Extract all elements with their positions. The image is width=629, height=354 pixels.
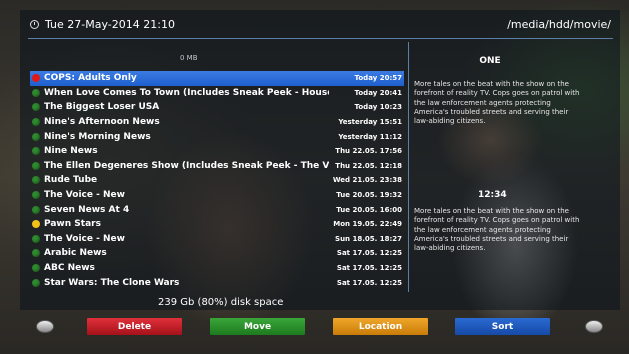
recording-date: Sat 17.05. 12:25 bbox=[336, 264, 402, 273]
move-button[interactable]: Move bbox=[210, 318, 305, 335]
delete-button[interactable]: Delete bbox=[87, 318, 182, 335]
recording-title: The Voice - New bbox=[44, 190, 125, 201]
info-icon[interactable] bbox=[585, 320, 603, 333]
list-item[interactable]: The Biggest Loser USA Today 10:23 bbox=[30, 100, 404, 115]
button-bar: Delete Move Location Sort bbox=[0, 316, 629, 340]
event-description: More tales on the beat with the show on … bbox=[414, 80, 580, 126]
green-status-dot-icon bbox=[32, 191, 40, 200]
green-status-dot-icon bbox=[32, 118, 40, 127]
recording-date: Today 10:23 bbox=[354, 103, 402, 112]
green-status-dot-icon bbox=[32, 147, 40, 156]
list-item[interactable]: COPS: Adults Only Today 20:57 bbox=[30, 71, 404, 86]
recording-date: Sat 17.05. 12:25 bbox=[336, 278, 402, 287]
recording-title: Nine News bbox=[44, 146, 98, 157]
list-item[interactable]: Seven News At 4 Tue 20.05. 16:00 bbox=[30, 202, 404, 217]
header-divider bbox=[28, 38, 613, 39]
recording-title: Seven News At 4 bbox=[44, 204, 130, 215]
green-status-dot-icon bbox=[32, 161, 40, 170]
list-item[interactable]: The Voice - New Sun 18.05. 18:27 bbox=[30, 232, 404, 247]
list-item[interactable]: Nine News Thu 22.05. 17:56 bbox=[30, 144, 404, 159]
list-item[interactable]: The Ellen Degeneres Show (Includes Sneak… bbox=[30, 159, 404, 174]
recording-title: Pawn Stars bbox=[44, 219, 101, 230]
yellow-status-dot-icon bbox=[32, 220, 40, 229]
current-path: /media/hdd/movie/ bbox=[507, 18, 611, 31]
list-item[interactable]: The Voice - New Tue 20.05. 19:32 bbox=[30, 188, 404, 203]
datetime-text: Tue 27-May-2014 21:10 bbox=[45, 18, 175, 31]
list-item[interactable]: When Love Comes To Town (Includes Sneak … bbox=[30, 86, 404, 101]
list-item[interactable]: Star Wars: The Clone Wars Sat 17.05. 12:2… bbox=[30, 275, 404, 290]
channel-name: ONE bbox=[479, 56, 501, 66]
recording-date: Sat 17.05. 12:25 bbox=[336, 249, 402, 258]
recording-date: Mon 19.05. 22:49 bbox=[333, 220, 402, 229]
recording-title: ABC News bbox=[44, 263, 95, 274]
disk-space: 239 Gb (80%) disk space bbox=[158, 297, 284, 308]
green-status-dot-icon bbox=[32, 88, 40, 97]
green-status-dot-icon bbox=[32, 234, 40, 243]
recording-title: Nine's Afternoon News bbox=[44, 117, 160, 128]
recording-date: Yesterday 15:51 bbox=[338, 118, 402, 127]
red-status-dot-icon bbox=[32, 74, 40, 83]
list-item[interactable]: Arabic News Sat 17.05. 12:25 bbox=[30, 246, 404, 261]
green-status-dot-icon bbox=[32, 264, 40, 273]
green-status-dot-icon bbox=[32, 132, 40, 141]
green-status-dot-icon bbox=[32, 103, 40, 112]
recording-title: COPS: Adults Only bbox=[44, 73, 137, 84]
recording-date: Thu 22.05. 12:18 bbox=[335, 161, 402, 170]
vertical-divider bbox=[408, 42, 409, 292]
recording-title: Rude Tube bbox=[44, 175, 98, 186]
recording-title: The Ellen Degeneres Show (Includes Sneak… bbox=[44, 160, 329, 171]
list-item[interactable]: Nine's Morning News Yesterday 11:12 bbox=[30, 129, 404, 144]
recording-date: Yesterday 11:12 bbox=[338, 132, 402, 141]
list-item[interactable]: ABC News Sat 17.05. 12:25 bbox=[30, 261, 404, 276]
event-description-secondary: More tales on the beat with the show on … bbox=[414, 207, 580, 253]
list-item[interactable]: Rude Tube Wed 21.05. 23:38 bbox=[30, 173, 404, 188]
list-item[interactable]: Pawn Stars Mon 19.05. 22:49 bbox=[30, 217, 404, 232]
recording-date: Today 20:41 bbox=[354, 88, 402, 97]
green-status-dot-icon bbox=[32, 278, 40, 287]
recording-date: Today 20:57 bbox=[354, 74, 402, 83]
recording-date: Wed 21.05. 23:38 bbox=[332, 176, 402, 185]
recording-title: Nine's Morning News bbox=[44, 131, 151, 142]
recording-date: Tue 20.05. 16:00 bbox=[336, 205, 402, 214]
clock-icon bbox=[30, 20, 39, 29]
list-item[interactable]: Nine's Afternoon News Yesterday 15:51 bbox=[30, 115, 404, 130]
recording-title: The Biggest Loser USA bbox=[44, 102, 160, 113]
green-status-dot-icon bbox=[32, 205, 40, 214]
recording-title: When Love Comes To Town (Includes Sneak … bbox=[44, 87, 329, 98]
recording-title: The Voice - New bbox=[44, 233, 125, 244]
header-datetime: Tue 27-May-2014 21:10 bbox=[30, 18, 175, 31]
green-status-dot-icon bbox=[32, 249, 40, 258]
recording-date: Tue 20.05. 19:32 bbox=[336, 191, 402, 200]
recording-title: Star Wars: The Clone Wars bbox=[44, 277, 180, 288]
location-button[interactable]: Location bbox=[333, 318, 428, 335]
event-time: 12:34 bbox=[478, 190, 507, 200]
recording-title: Arabic News bbox=[44, 248, 107, 259]
folder-size: 0 MB bbox=[180, 54, 198, 62]
menu-icon[interactable] bbox=[36, 320, 54, 333]
sort-button[interactable]: Sort bbox=[455, 318, 550, 335]
recording-date: Sun 18.05. 18:27 bbox=[335, 234, 402, 243]
recording-date: Thu 22.05. 17:56 bbox=[335, 147, 402, 156]
green-status-dot-icon bbox=[32, 176, 40, 185]
recording-list: COPS: Adults Only Today 20:57 When Love Co… bbox=[30, 71, 404, 290]
